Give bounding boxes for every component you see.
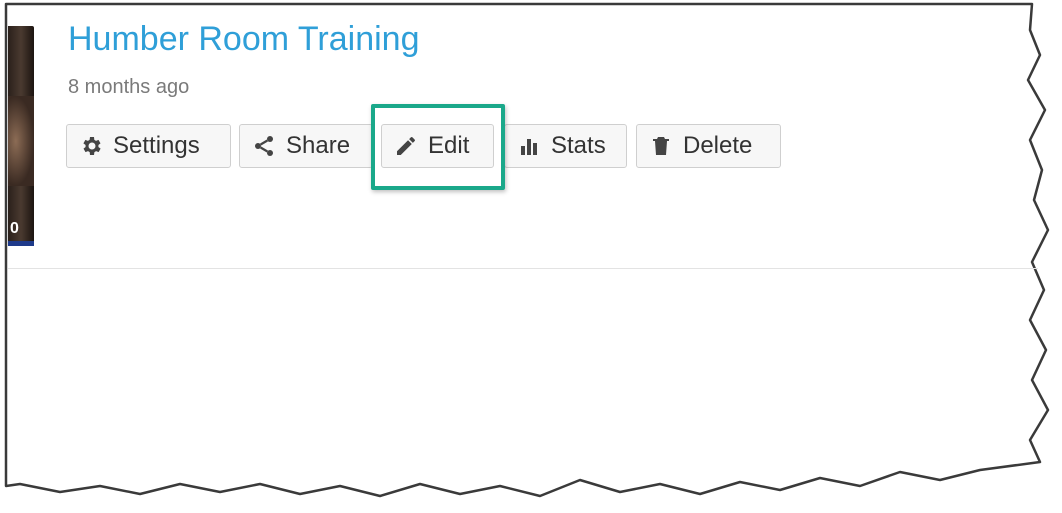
video-age: 8 months ago <box>68 76 190 98</box>
share-button[interactable]: Share <box>239 124 373 168</box>
pencil-icon <box>394 134 418 158</box>
delete-button[interactable]: Delete <box>636 124 781 168</box>
gear-icon <box>79 134 103 158</box>
video-title[interactable]: Humber Room Training <box>68 20 419 59</box>
settings-button[interactable]: Settings <box>66 124 231 168</box>
delete-label: Delete <box>683 132 753 159</box>
video-thumbnail[interactable]: 0 <box>8 26 34 246</box>
duration-label: 0 <box>10 220 19 237</box>
trash-icon <box>649 134 673 158</box>
stats-label: Stats <box>551 132 606 159</box>
settings-label: Settings <box>113 132 200 159</box>
stats-button[interactable]: Stats <box>504 124 627 168</box>
share-label: Share <box>286 132 351 159</box>
edit-button[interactable]: Edit <box>381 124 494 168</box>
edit-label: Edit <box>428 132 470 159</box>
thumbnail-progress-bar <box>8 241 34 246</box>
share-icon <box>252 134 276 158</box>
section-divider <box>8 268 1038 269</box>
bar-chart-icon <box>517 134 541 158</box>
